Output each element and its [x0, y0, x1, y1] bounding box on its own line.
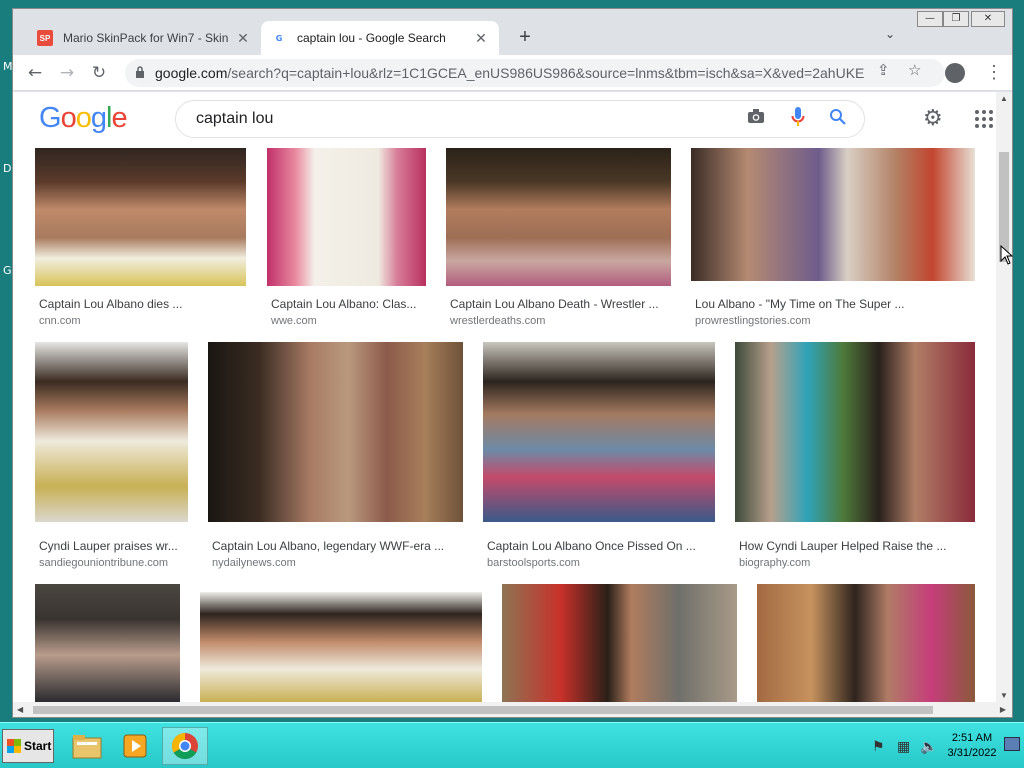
start-label: Start [24, 739, 52, 753]
tab-mario-skinpack[interactable]: SP Mario SkinPack for Win7 - Skin Pack ✕ [27, 21, 261, 55]
media-player-taskbar-icon[interactable] [112, 727, 158, 765]
clock-date: 3/31/2022 [947, 747, 997, 759]
result-source[interactable]: barstoolsports.com [487, 557, 580, 569]
close-tab-icon[interactable]: ✕ [473, 30, 489, 47]
address-bar[interactable]: google.com/search?q=captain+lou&rlz=1C1G… [125, 59, 945, 87]
new-tab-button[interactable]: + [513, 25, 537, 49]
desktop-icon-label: D [3, 162, 12, 175]
desktop-icon-label: G [3, 264, 12, 277]
tab-title: Mario SkinPack for Win7 - Skin Pack [63, 31, 229, 45]
result-source[interactable]: cnn.com [39, 315, 81, 327]
logo-letter: o [60, 102, 77, 134]
result-thumbnail[interactable] [35, 147, 246, 286]
result-thumbnail[interactable] [446, 147, 671, 286]
horizontal-scrollbar[interactable]: ◀ ▶ [13, 702, 1012, 717]
network-icon[interactable]: ▦ [897, 739, 910, 755]
tab-search-chevron-icon[interactable]: ⌄ [885, 27, 895, 41]
result-source[interactable]: sandiegouniontribune.com [39, 557, 168, 569]
result-source[interactable]: prowrestlingstories.com [695, 315, 811, 327]
share-icon[interactable]: ⇪ [877, 61, 890, 79]
result-caption[interactable]: Cyndi Lauper praises wr... [39, 539, 189, 553]
google-favicon-icon: G [275, 33, 283, 43]
tab-strip: SP Mario SkinPack for Win7 - Skin Pack ✕… [13, 9, 1012, 55]
start-button[interactable]: Start [2, 729, 54, 763]
result-thumbnail[interactable] [267, 147, 426, 286]
chrome-taskbar-icon[interactable] [162, 727, 208, 765]
scroll-down-arrow-icon[interactable]: ▼ [1000, 691, 1008, 700]
settings-gear-icon[interactable]: ⚙ [923, 106, 943, 131]
logo-letter: g [90, 102, 107, 134]
result-thumbnail[interactable] [735, 342, 975, 522]
result-caption[interactable]: Lou Albano - "My Time on The Super ... [695, 297, 955, 311]
file-explorer-taskbar-icon[interactable] [64, 727, 110, 765]
url-text: google.com/search?q=captain+lou&rlz=1C1G… [155, 65, 865, 81]
forward-arrow-icon[interactable]: → [55, 61, 79, 85]
search-icon[interactable] [829, 108, 847, 131]
scroll-right-arrow-icon[interactable]: ▶ [1000, 705, 1006, 714]
tab-google-search[interactable]: G captain lou - Google Search ✕ [261, 21, 499, 55]
result-thumbnail[interactable] [35, 342, 188, 522]
url-path: /search?q=captain+lou&rlz=1C1GCEA_enUS98… [227, 65, 865, 81]
google-apps-grid-icon[interactable] [975, 110, 993, 128]
camera-icon[interactable] [747, 108, 765, 129]
close-window-button[interactable]: ✕ [971, 11, 1005, 27]
resize-cursor-icon [1000, 244, 1014, 270]
logo-letter: o [75, 102, 92, 134]
result-caption[interactable]: Captain Lou Albano dies ... [39, 297, 244, 311]
horizontal-scroll-thumb[interactable] [33, 706, 933, 714]
result-caption[interactable]: How Cyndi Lauper Helped Raise the ... [739, 539, 974, 553]
result-thumbnail[interactable] [757, 584, 975, 702]
result-caption[interactable]: Captain Lou Albano Death - Wrestler ... [450, 297, 665, 311]
action-center-flag-icon[interactable]: ⚑ [872, 739, 885, 755]
volume-icon[interactable]: 🔈 [920, 739, 937, 755]
result-caption[interactable]: Captain Lou Albano Once Pissed On ... [487, 539, 712, 553]
scroll-left-arrow-icon[interactable]: ◀ [17, 705, 23, 714]
taskbar: Start ⚑ ▦ 🔈 2:51 AM 3/31/2022 [0, 722, 1024, 768]
result-thumbnail[interactable] [208, 342, 463, 522]
result-thumbnail[interactable] [691, 147, 975, 281]
clock-time: 2:51 AM [951, 732, 993, 744]
result-source[interactable]: wwe.com [271, 315, 317, 327]
result-thumbnail[interactable] [200, 592, 482, 702]
tab-title: captain lou - Google Search [297, 31, 446, 45]
url-host: google.com [155, 65, 228, 81]
logo-letter: e [111, 102, 127, 134]
result-thumbnail[interactable] [483, 342, 715, 522]
google-header: Google captain lou ⚙ [13, 92, 996, 148]
result-caption[interactable]: Captain Lou Albano, legendary WWF-era ..… [212, 539, 457, 553]
microphone-icon[interactable] [791, 106, 805, 133]
back-arrow-icon[interactable]: ← [23, 61, 47, 85]
google-images-page: Google captain lou ⚙ Captain Lou Albano … [13, 92, 996, 702]
google-logo[interactable]: Google [39, 102, 128, 135]
reload-icon[interactable]: ↻ [87, 61, 111, 85]
show-desktop-icon[interactable] [1004, 737, 1020, 751]
restore-button[interactable]: ❐ [943, 11, 969, 27]
scroll-up-arrow-icon[interactable]: ▲ [1000, 94, 1008, 103]
result-source[interactable]: nydailynews.com [212, 557, 296, 569]
result-source[interactable]: biography.com [739, 557, 810, 569]
browser-toolbar: ← → ↻ google.com/search?q=captain+lou&rl… [13, 55, 1012, 91]
logo-letter: G [39, 102, 62, 134]
browser-menu-icon[interactable]: ⋮ [985, 63, 1003, 81]
result-caption[interactable]: Captain Lou Albano: Clas... [271, 297, 421, 311]
close-tab-icon[interactable]: ✕ [235, 30, 251, 47]
minimize-button[interactable]: — [917, 11, 943, 27]
result-source[interactable]: wrestlerdeaths.com [450, 315, 545, 327]
profile-avatar-icon[interactable] [945, 63, 965, 83]
vertical-scrollbar[interactable]: ▲ ▼ [996, 92, 1012, 702]
result-thumbnail[interactable] [35, 584, 180, 702]
result-thumbnail[interactable] [502, 584, 737, 702]
bookmark-star-icon[interactable]: ☆ [908, 61, 921, 79]
browser-window: SP Mario SkinPack for Win7 - Skin Pack ✕… [12, 8, 1013, 718]
lock-icon [135, 65, 147, 81]
skinpack-favicon-icon: SP [37, 30, 53, 46]
search-query: captain lou [196, 110, 274, 127]
system-clock[interactable]: 2:51 AM 3/31/2022 [944, 731, 1000, 761]
windows-logo-icon [7, 739, 21, 753]
